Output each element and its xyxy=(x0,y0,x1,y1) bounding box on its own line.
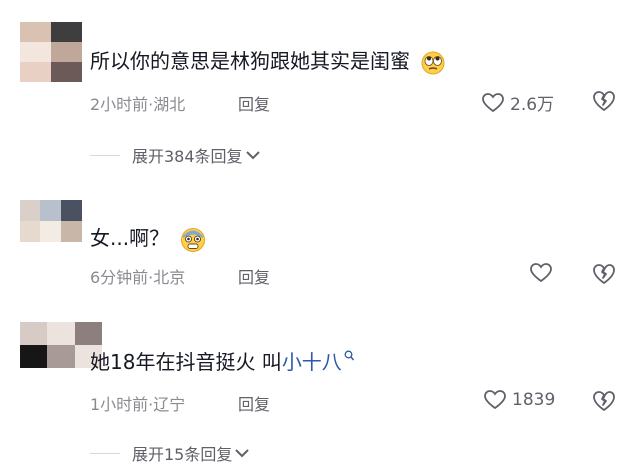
comment-time-location: 1小时前·辽宁 xyxy=(90,395,186,414)
chevron-down-icon xyxy=(245,151,260,160)
like-count: 2.6万 xyxy=(510,95,555,115)
comment-text: 她18年在抖音挺火 叫小十八 xyxy=(90,350,354,374)
divider xyxy=(90,452,120,454)
dislike-button[interactable] xyxy=(592,90,616,116)
fearful-face-emoji-icon xyxy=(181,227,206,252)
comment-text-content: 她18年在抖音挺火 叫 xyxy=(90,350,282,374)
comment-meta: 6分钟前·北京 xyxy=(90,264,185,288)
heart-icon xyxy=(530,263,552,283)
comment-time-location: 6分钟前·北京 xyxy=(90,268,186,287)
expand-replies-label: 展开384条回复 xyxy=(132,147,243,166)
broken-heart-icon xyxy=(593,264,615,284)
heart-icon xyxy=(482,92,504,112)
chevron-down-icon xyxy=(235,449,250,458)
comment-time-location: 2小时前·湖北 xyxy=(90,95,186,114)
comment-text: 女...啊？ xyxy=(90,226,207,253)
expand-replies-button[interactable]: 展开384条回复 xyxy=(90,143,261,167)
like-count: 1839 xyxy=(512,390,556,410)
comment-text-content: 女...啊？ xyxy=(90,226,170,250)
avatar[interactable] xyxy=(20,22,82,82)
rolling-eyes-emoji-icon xyxy=(421,51,445,74)
comment-text-content: 所以你的意思是林狗跟她其实是闺蜜 xyxy=(90,49,410,73)
like-button[interactable]: 1839 xyxy=(484,390,555,410)
comment-text: 所以你的意思是林狗跟她其实是闺蜜 xyxy=(90,49,446,75)
mention-link[interactable]: 小十八 xyxy=(282,350,342,374)
like-button[interactable] xyxy=(530,263,558,283)
comment-meta: 2小时前·湖北 xyxy=(90,91,185,115)
search-icon[interactable] xyxy=(344,350,354,362)
reply-button[interactable]: 回复 xyxy=(238,264,270,288)
expand-replies-label: 展开15条回复 xyxy=(132,445,233,464)
avatar[interactable] xyxy=(20,200,82,242)
comment-meta: 1小时前·辽宁 xyxy=(90,391,185,415)
heart-icon xyxy=(484,390,506,410)
reply-button[interactable]: 回复 xyxy=(238,391,270,415)
broken-heart-icon xyxy=(593,91,615,111)
broken-heart-icon xyxy=(593,391,615,411)
dislike-button[interactable] xyxy=(592,263,616,289)
like-button[interactable]: 2.6万 xyxy=(482,90,554,115)
dislike-button[interactable] xyxy=(592,390,616,416)
expand-replies-button[interactable]: 展开15条回复 xyxy=(90,441,250,465)
reply-button[interactable]: 回复 xyxy=(238,91,270,115)
divider xyxy=(90,154,120,156)
